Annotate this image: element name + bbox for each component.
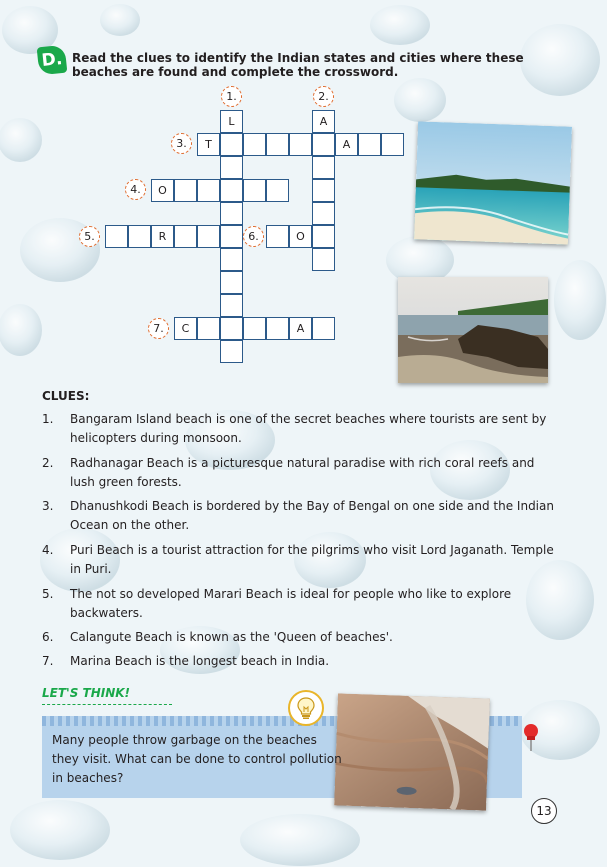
clue-number: 6. bbox=[42, 630, 54, 644]
lightbulb-icon bbox=[288, 690, 324, 726]
crossword-cell[interactable] bbox=[220, 271, 243, 294]
crossword-cell[interactable] bbox=[266, 179, 289, 202]
crossword-cell[interactable] bbox=[266, 317, 289, 340]
crossword-cell[interactable] bbox=[197, 317, 220, 340]
crossword-cell[interactable] bbox=[105, 225, 128, 248]
clue-number-6: 6. bbox=[243, 226, 264, 247]
clue-number: 1. bbox=[42, 412, 54, 426]
lets-think-text: Many people throw garbage on the beaches… bbox=[52, 733, 342, 785]
crossword-cell[interactable]: R bbox=[151, 225, 174, 248]
clue-number: 7. bbox=[42, 654, 54, 668]
crossword-cell[interactable] bbox=[220, 202, 243, 225]
clue-number-7: 7. bbox=[148, 318, 169, 339]
crossword-cell[interactable] bbox=[312, 202, 335, 225]
instruction-text: Read the clues to identify the Indian st… bbox=[72, 51, 524, 79]
crossword-cell[interactable] bbox=[312, 248, 335, 271]
page-number: 13 bbox=[531, 798, 557, 824]
crossword-cell[interactable] bbox=[220, 317, 243, 340]
crossword-cell[interactable] bbox=[266, 225, 289, 248]
crossword-cell[interactable] bbox=[220, 340, 243, 363]
crossword-cell[interactable] bbox=[243, 179, 266, 202]
crossword-cell[interactable]: A bbox=[289, 317, 312, 340]
crossword-cell[interactable]: L bbox=[220, 110, 243, 133]
clues-heading: CLUES: bbox=[42, 389, 90, 403]
clue-number-1: 1. bbox=[221, 86, 242, 107]
crossword-cell[interactable]: O bbox=[151, 179, 174, 202]
clue-text: Bangaram Island beach is one of the secr… bbox=[70, 412, 547, 445]
divider bbox=[42, 704, 172, 705]
crossword-cell[interactable] bbox=[381, 133, 404, 156]
crossword-cell[interactable] bbox=[312, 156, 335, 179]
clue-number-3: 3. bbox=[171, 133, 192, 154]
crossword-cell[interactable] bbox=[312, 317, 335, 340]
crossword-cell[interactable] bbox=[312, 225, 335, 248]
clue-text: The not so developed Marari Beach is ide… bbox=[70, 587, 512, 620]
clue-number-4: 4. bbox=[125, 179, 146, 200]
crossword-cell[interactable] bbox=[220, 133, 243, 156]
crossword-cell[interactable] bbox=[312, 179, 335, 202]
clue-text: Dhanushkodi Beach is bordered by the Bay… bbox=[70, 499, 554, 532]
crossword-cell[interactable] bbox=[266, 133, 289, 156]
crossword-cell[interactable] bbox=[289, 133, 312, 156]
clue-number-2: 2. bbox=[313, 86, 334, 107]
clue-text: Calangute Beach is known as the 'Queen o… bbox=[70, 630, 393, 644]
beach-photo-turquoise bbox=[413, 121, 573, 245]
crossword-cell[interactable] bbox=[220, 225, 243, 248]
crossword-cell[interactable] bbox=[220, 179, 243, 202]
clue-number: 2. bbox=[42, 456, 54, 470]
crossword-cell[interactable] bbox=[197, 225, 220, 248]
beach-photo-rocky bbox=[398, 277, 548, 383]
crossword-cell[interactable]: O bbox=[289, 225, 312, 248]
clue-text: Marina Beach is the longest beach in Ind… bbox=[70, 654, 330, 668]
clue-number: 3. bbox=[42, 499, 54, 513]
clue-number: 4. bbox=[42, 543, 54, 557]
crossword-cell[interactable] bbox=[312, 133, 335, 156]
crossword-cell[interactable]: A bbox=[312, 110, 335, 133]
clue-text: Radhanagar Beach is a picturesque natura… bbox=[70, 456, 535, 489]
crossword-cell[interactable] bbox=[243, 317, 266, 340]
crossword-cell[interactable]: C bbox=[174, 317, 197, 340]
lets-think-title: LET'S THINK! bbox=[42, 686, 131, 700]
beach-photo-tidal bbox=[334, 693, 490, 811]
crossword-cell[interactable] bbox=[220, 294, 243, 317]
pushpin-icon bbox=[524, 724, 538, 751]
clue-text: Puri Beach is a tourist attraction for t… bbox=[70, 543, 554, 576]
crossword-cell[interactable] bbox=[220, 248, 243, 271]
crossword-cell[interactable] bbox=[243, 133, 266, 156]
clue-number-5: 5. bbox=[79, 226, 100, 247]
crossword-cell[interactable] bbox=[128, 225, 151, 248]
crossword-cell[interactable] bbox=[197, 179, 220, 202]
crossword-cell[interactable] bbox=[174, 179, 197, 202]
crossword-cell[interactable]: A bbox=[335, 133, 358, 156]
crossword-cell[interactable]: T bbox=[197, 133, 220, 156]
crossword-cell[interactable] bbox=[220, 156, 243, 179]
crossword-cell[interactable] bbox=[358, 133, 381, 156]
clue-number: 5. bbox=[42, 587, 54, 601]
crossword-cell[interactable] bbox=[174, 225, 197, 248]
